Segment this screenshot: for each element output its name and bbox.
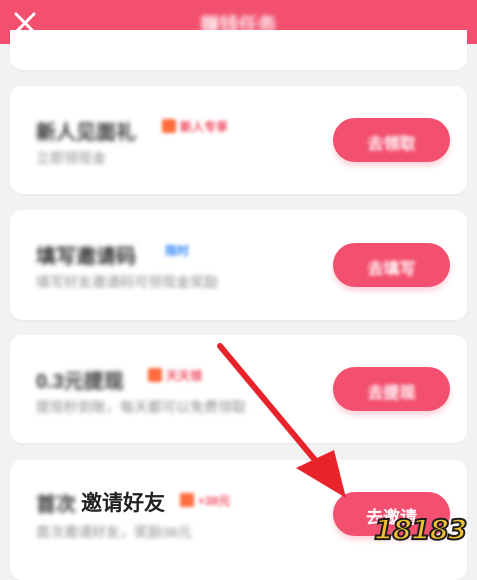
watermark-text: 18183 [373,512,468,547]
task-title: 填写邀请码 [36,246,136,268]
watermark-logo: 18183 [373,505,474,555]
tag-label: 新人专享 [180,119,229,134]
tag-label: 天天领 [166,368,203,383]
task-card: 新人见面礼 新人专享 立即领现金 去领取 [10,86,467,194]
task-card: 0.3元提现 天天领 提现秒到账，每天都可以免费领取 去提现 [10,335,467,443]
task-subtitle: 立即领现金 [36,150,106,166]
tag-label: +38元 [198,493,231,508]
task-tag: 新人专享 [162,116,228,136]
task-title: 0.3元提现 [36,371,124,393]
tag-icon [180,493,194,507]
button-label: 去领取 [367,136,416,153]
button-label: 去填写 [367,261,416,278]
tag-icon [148,368,162,382]
fill-button[interactable]: 去填写 [333,243,450,287]
button-label: 去提现 [367,385,416,402]
task-subtitle: 首次邀请好友，奖励38元 [36,524,192,540]
task-tag: 天天领 [148,365,202,385]
claim-button[interactable]: 去领取 [333,118,450,162]
tag-icon [162,119,176,133]
task-subtitle: 提现秒到账，每天都可以免费领取 [36,399,246,415]
task-subtitle: 填写好友邀请码可领现金奖励 [36,274,218,290]
task-title: 邀请好友 [81,492,165,515]
withdraw-button[interactable]: 去提现 [333,367,450,411]
task-tag: 限时 [165,243,190,258]
task-tag: +38元 [180,490,230,510]
task-title: 新人见面礼 [36,122,136,144]
task-title-prefix: 首次 [36,494,76,516]
task-card: 填写邀请码 限时 填写好友邀请码可领现金奖励 去填写 [10,210,467,320]
task-card-partial [10,30,467,70]
